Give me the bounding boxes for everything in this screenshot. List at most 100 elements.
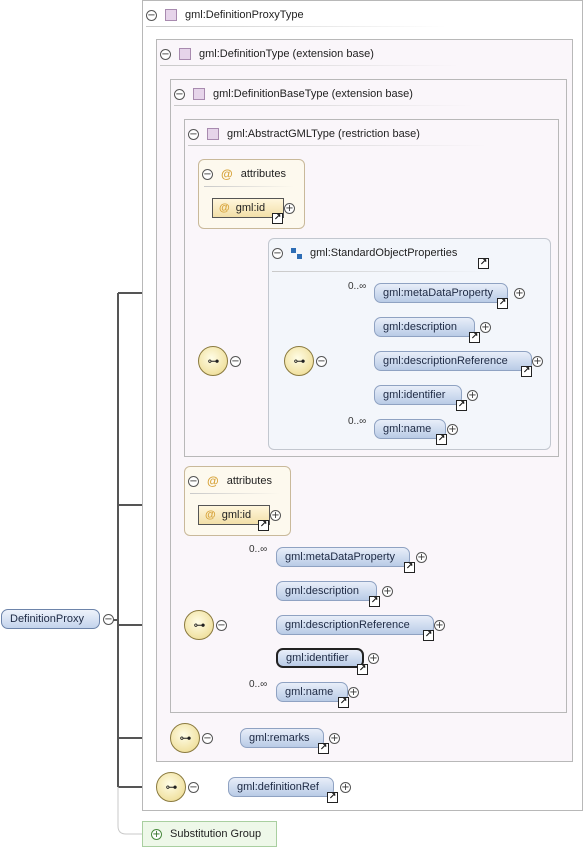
reference-arrow-icon[interactable]: ↗ bbox=[436, 434, 447, 445]
expand-toggle-icon[interactable]: + bbox=[368, 653, 379, 664]
collapse-toggle-icon[interactable]: − bbox=[188, 475, 199, 487]
title-divider bbox=[160, 65, 460, 66]
expand-toggle-icon[interactable]: + bbox=[348, 687, 359, 698]
occurrence-label: 0..∞ bbox=[348, 281, 367, 292]
expand-toggle-icon[interactable]: + bbox=[340, 782, 351, 793]
element-meta-data-property[interactable]: gml:metaDataProperty bbox=[374, 283, 508, 303]
reference-arrow-icon[interactable]: ↗ bbox=[456, 400, 467, 411]
substitution-group-label: Substitution Group bbox=[170, 828, 262, 840]
expand-toggle-icon[interactable]: + bbox=[151, 828, 162, 840]
element-meta-data-property[interactable]: gml:metaDataProperty bbox=[276, 547, 410, 567]
attributes-title: − @ attributes bbox=[188, 473, 272, 489]
reference-arrow-icon[interactable]: ↗ bbox=[357, 664, 368, 675]
expand-toggle-icon[interactable]: + bbox=[270, 510, 281, 521]
complex-type-icon bbox=[165, 9, 177, 21]
type-title-definition: − gml:DefinitionType (extension base) bbox=[160, 46, 374, 62]
sequence-icon: ⊶ bbox=[165, 780, 178, 794]
element-description[interactable]: gml:description bbox=[276, 581, 377, 601]
title-divider bbox=[188, 145, 488, 146]
element-description-reference[interactable]: gml:descriptionReference bbox=[374, 351, 532, 371]
attribute-name: gml:id bbox=[235, 202, 266, 214]
collapse-toggle-icon[interactable]: − bbox=[103, 614, 114, 625]
attributes-divider bbox=[204, 186, 294, 187]
group-title: − gml:StandardObjectProperties bbox=[272, 245, 457, 261]
sequence-icon: ⊶ bbox=[207, 354, 220, 368]
sequence-compositor[interactable]: ⊶ bbox=[156, 772, 186, 802]
attribute-icon: @ bbox=[221, 167, 233, 181]
sequence-compositor[interactable]: ⊶ bbox=[170, 723, 200, 753]
complex-type-icon bbox=[207, 128, 219, 140]
type-name: gml:DefinitionProxyType bbox=[185, 9, 304, 21]
collapse-toggle-icon[interactable]: − bbox=[230, 356, 241, 367]
element-description[interactable]: gml:description bbox=[374, 317, 475, 337]
expand-toggle-icon[interactable]: + bbox=[382, 586, 393, 597]
group-divider bbox=[272, 271, 492, 272]
element-identifier[interactable]: gml:identifier bbox=[276, 648, 364, 668]
type-title-abstract-gml: − gml:AbstractGMLType (restriction base) bbox=[188, 126, 420, 142]
reference-arrow-icon[interactable]: ↗ bbox=[521, 366, 532, 377]
sequence-compositor[interactable]: ⊶ bbox=[184, 610, 214, 640]
collapse-toggle-icon[interactable]: − bbox=[202, 733, 213, 744]
element-remarks[interactable]: gml:remarks bbox=[240, 728, 324, 748]
collapse-toggle-icon[interactable]: − bbox=[272, 247, 283, 259]
reference-arrow-icon[interactable]: ↗ bbox=[478, 258, 489, 269]
reference-arrow-icon[interactable]: ↗ bbox=[327, 792, 338, 803]
substitution-group[interactable]: + Substitution Group bbox=[142, 821, 277, 847]
attribute-name: gml:id bbox=[221, 509, 252, 521]
expand-toggle-icon[interactable]: + bbox=[434, 620, 445, 631]
element-description-reference[interactable]: gml:descriptionReference bbox=[276, 615, 434, 635]
type-title-definition-base: − gml:DefinitionBaseType (extension base… bbox=[174, 86, 413, 102]
title-divider bbox=[174, 105, 474, 106]
occurrence-label: 0..∞ bbox=[348, 416, 367, 427]
collapse-toggle-icon[interactable]: − bbox=[202, 168, 213, 180]
reference-arrow-icon[interactable]: ↗ bbox=[258, 520, 269, 531]
collapse-toggle-icon[interactable]: − bbox=[174, 88, 185, 100]
reference-arrow-icon[interactable]: ↗ bbox=[318, 743, 329, 754]
type-name: gml:DefinitionBaseType (extension base) bbox=[213, 88, 413, 100]
attributes-label: attributes bbox=[240, 168, 286, 180]
reference-arrow-icon[interactable]: ↗ bbox=[338, 697, 349, 708]
type-name: gml:DefinitionType (extension base) bbox=[199, 48, 374, 60]
reference-arrow-icon[interactable]: ↗ bbox=[404, 562, 415, 573]
expand-toggle-icon[interactable]: + bbox=[467, 390, 478, 401]
sequence-compositor[interactable]: ⊶ bbox=[284, 346, 314, 376]
element-identifier[interactable]: gml:identifier bbox=[374, 385, 462, 405]
expand-toggle-icon[interactable]: + bbox=[416, 552, 427, 563]
expand-toggle-icon[interactable]: + bbox=[514, 288, 525, 299]
collapse-toggle-icon[interactable]: − bbox=[160, 48, 171, 60]
expand-toggle-icon[interactable]: + bbox=[284, 203, 295, 214]
expand-toggle-icon[interactable]: + bbox=[480, 322, 491, 333]
group-icon bbox=[291, 247, 302, 259]
reference-arrow-icon[interactable]: ↗ bbox=[272, 213, 283, 224]
collapse-toggle-icon[interactable]: − bbox=[216, 620, 227, 631]
attribute-icon: @ bbox=[207, 474, 219, 488]
reference-arrow-icon[interactable]: ↗ bbox=[497, 298, 508, 309]
complex-type-icon bbox=[179, 48, 191, 60]
attributes-label: attributes bbox=[226, 475, 272, 487]
attributes-title: − @ attributes bbox=[202, 166, 286, 182]
element-definition-ref[interactable]: gml:definitionRef bbox=[228, 777, 334, 797]
complex-type-icon bbox=[193, 88, 205, 100]
reference-arrow-icon[interactable]: ↗ bbox=[469, 332, 480, 343]
reference-arrow-icon[interactable]: ↗ bbox=[369, 596, 380, 607]
reference-arrow-icon[interactable]: ↗ bbox=[423, 630, 434, 641]
group-name: gml:StandardObjectProperties bbox=[310, 247, 458, 259]
expand-toggle-icon[interactable]: + bbox=[329, 733, 340, 744]
collapse-toggle-icon[interactable]: − bbox=[188, 128, 199, 140]
collapse-toggle-icon[interactable]: − bbox=[146, 9, 157, 21]
occurrence-label: 0..∞ bbox=[249, 679, 268, 690]
sequence-compositor[interactable]: ⊶ bbox=[198, 346, 228, 376]
title-divider bbox=[146, 26, 446, 27]
collapse-toggle-icon[interactable]: − bbox=[316, 356, 327, 367]
expand-toggle-icon[interactable]: + bbox=[447, 424, 458, 435]
type-title-definition-proxy: − gml:DefinitionProxyType bbox=[146, 7, 304, 23]
expand-toggle-icon[interactable]: + bbox=[532, 356, 543, 367]
attributes-divider bbox=[190, 493, 280, 494]
root-element-definition-proxy[interactable]: DefinitionProxy bbox=[1, 609, 100, 629]
type-name: gml:AbstractGMLType (restriction base) bbox=[227, 128, 420, 140]
attribute-icon: @ bbox=[205, 509, 216, 521]
sequence-icon: ⊶ bbox=[193, 618, 206, 632]
attribute-icon: @ bbox=[219, 202, 230, 214]
collapse-toggle-icon[interactable]: − bbox=[188, 782, 199, 793]
sequence-icon: ⊶ bbox=[179, 731, 192, 745]
